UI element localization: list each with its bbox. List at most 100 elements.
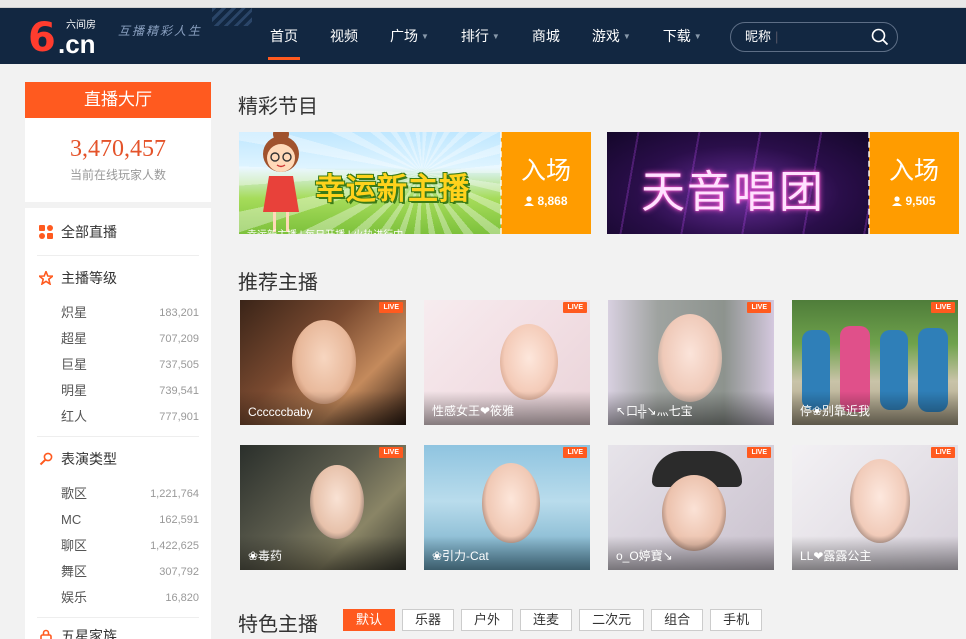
tag-outdoor[interactable]: 户外 (461, 609, 514, 631)
item-count: 162,591 (159, 514, 199, 526)
viewer-count-value: 9,505 (905, 194, 936, 208)
type-head[interactable]: 表演类型 (37, 437, 199, 481)
tag-instrument[interactable]: 乐器 (402, 609, 455, 631)
cartoon-girl-illustration (263, 132, 299, 232)
streamer-card[interactable]: LIVE ❀毒药 (240, 445, 406, 570)
nav-ranking[interactable]: 排行 ▼ (445, 8, 516, 64)
live-badge: LIVE (563, 447, 587, 458)
item-name: MC (61, 512, 82, 527)
tag-co-stream[interactable]: 连麦 (520, 609, 573, 631)
promo-banner-choir[interactable]: 天音唱团 (607, 132, 869, 234)
search-input[interactable]: 昵称 | (745, 23, 778, 51)
live-badge: LIVE (379, 302, 403, 313)
enter-button[interactable]: 入场 8,868 (500, 132, 591, 234)
family-section: 五星家族 (37, 618, 199, 639)
item-count: 307,792 (159, 566, 199, 578)
tag-acg[interactable]: 二次元 (579, 609, 645, 631)
streamer-name: o_O婷寶↘ (616, 549, 673, 563)
list-item[interactable]: 聊区 1,422,625 (37, 533, 199, 559)
nav-label: 商城 (531, 28, 560, 44)
search-icon[interactable] (871, 28, 889, 46)
list-item[interactable]: 巨星 737,505 (37, 352, 199, 378)
special-filter-tags: 默认 乐器 户外 连麦 二次元 组合 手机 (343, 609, 769, 631)
tag-mobile[interactable]: 手机 (710, 609, 763, 631)
chevron-down-icon: ▼ (491, 32, 500, 41)
list-item[interactable]: 明星 739,541 (37, 378, 199, 404)
logo-domain: .cn (58, 29, 96, 59)
list-item[interactable]: 歌区 1,221,764 (37, 481, 199, 507)
list-item[interactable]: 娱乐 16,820 (37, 585, 199, 611)
item-count: 737,505 (159, 359, 199, 371)
site-logo[interactable]: 6 六间房 .cn (28, 16, 108, 60)
item-count: 739,541 (159, 385, 199, 397)
user-icon (892, 196, 903, 206)
list-item[interactable]: 舞区 307,792 (37, 559, 199, 585)
type-title: 表演类型 (61, 451, 117, 467)
streamer-card[interactable]: LIVE ↖口╬↘灬七宝 (608, 300, 774, 425)
item-name: 巨星 (61, 357, 88, 372)
streamer-card[interactable]: LIVE 性感女王❤筱雅 (424, 300, 590, 425)
streamer-name: ↖口╬↘灬七宝 (616, 404, 693, 418)
user-icon (524, 196, 535, 206)
item-name: 娱乐 (61, 590, 88, 605)
streamer-card[interactable]: LIVE Ccccccbaby (240, 300, 406, 425)
site-header: 6 六间房 .cn 互播精彩人生 首页 视频 广场 ▼ 排行 ▼ 商城 游戏 ▼ 下载… (0, 8, 966, 64)
live-hall-title[interactable]: 直播大厅 (25, 82, 211, 118)
item-name: 舞区 (61, 564, 88, 579)
streamer-name: ❀引力-Cat (432, 549, 489, 563)
streamer-card[interactable]: LIVE o_O婷寶↘ (608, 445, 774, 570)
level-head[interactable]: 主播等级 (37, 256, 199, 300)
promo-banner-text: 天音唱团 (641, 168, 825, 217)
all-live-section: 全部直播 (37, 208, 199, 256)
list-item[interactable]: 红人 777,901 (37, 404, 199, 430)
slogan: 互播精彩人生 (118, 24, 203, 38)
featured-title: 精彩节目 (238, 96, 318, 118)
nav-label: 广场 (390, 28, 418, 44)
main-nav: 首页 视频 广场 ▼ 排行 ▼ 商城 游戏 ▼ 下载 ▼ (254, 8, 718, 64)
item-count: 777,901 (159, 411, 199, 423)
streamer-name: LL❤露露公主 (800, 549, 872, 563)
family-head[interactable]: 五星家族 (37, 618, 199, 639)
promo-card-lucky[interactable]: 幸运新主播 幸运新主播 | 每日开播 | 火热进行中 入场 8,868 (239, 132, 591, 234)
lock-icon (40, 629, 52, 639)
item-name: 超星 (61, 331, 88, 346)
item-name: 明星 (61, 383, 88, 398)
level-section: 主播等级 炽星 183,201 超星 707,209 巨星 737,505 明星 739… (37, 256, 199, 437)
list-item[interactable]: 超星 707,209 (37, 326, 199, 352)
microphone-icon (39, 452, 53, 466)
nav-video[interactable]: 视频 (314, 8, 374, 64)
item-name: 聊区 (61, 538, 88, 553)
chevron-down-icon: ▼ (693, 32, 702, 41)
streamer-card[interactable]: LIVE LL❤露露公主 (792, 445, 958, 570)
list-item[interactable]: 炽星 183,201 (37, 300, 199, 326)
nav-home[interactable]: 首页 (254, 8, 314, 64)
tag-group[interactable]: 组合 (651, 609, 704, 631)
streamer-card[interactable]: LIVE ❀引力-Cat (424, 445, 590, 570)
enter-label: 入场 (520, 157, 571, 185)
search-box[interactable]: 昵称 | (730, 22, 898, 52)
streamer-card[interactable]: LIVE 停❀别靠近我 (792, 300, 958, 425)
level-title: 主播等级 (61, 270, 117, 286)
live-badge: LIVE (563, 302, 587, 313)
all-live-link[interactable]: 全部直播 (37, 208, 199, 256)
promo-card-choir[interactable]: 天音唱团 入场 9,505 (607, 132, 959, 234)
online-label: 当前在线玩家人数 (69, 168, 166, 182)
nav-shop[interactable]: 商城 (516, 8, 576, 64)
list-item[interactable]: MC 162,591 (37, 507, 199, 533)
chevron-down-icon: ▼ (622, 32, 631, 41)
promo-banner-lucky[interactable]: 幸运新主播 幸运新主播 | 每日开播 | 火热进行中 (239, 132, 501, 234)
online-count: 3,470,457 (70, 136, 166, 162)
nav-square[interactable]: 广场 ▼ (374, 8, 445, 64)
streamer-name: Ccccccbaby (248, 405, 313, 419)
enter-button[interactable]: 入场 9,505 (868, 132, 959, 234)
nav-download[interactable]: 下载 ▼ (647, 8, 718, 64)
live-hall-panel: 直播大厅 3,470,457 当前在线玩家人数 (25, 82, 211, 202)
promo-banner-text: 幸运新主播 (315, 173, 470, 206)
type-section: 表演类型 歌区 1,221,764 MC 162,591 聊区 1,422,625 舞… (37, 437, 199, 618)
nav-label: 下载 (662, 28, 691, 44)
item-count: 1,422,625 (150, 540, 199, 552)
nav-games[interactable]: 游戏 ▼ (576, 8, 647, 64)
all-live-label: 全部直播 (61, 224, 117, 240)
enter-label: 入场 (888, 157, 939, 185)
tag-default[interactable]: 默认 (343, 609, 396, 631)
